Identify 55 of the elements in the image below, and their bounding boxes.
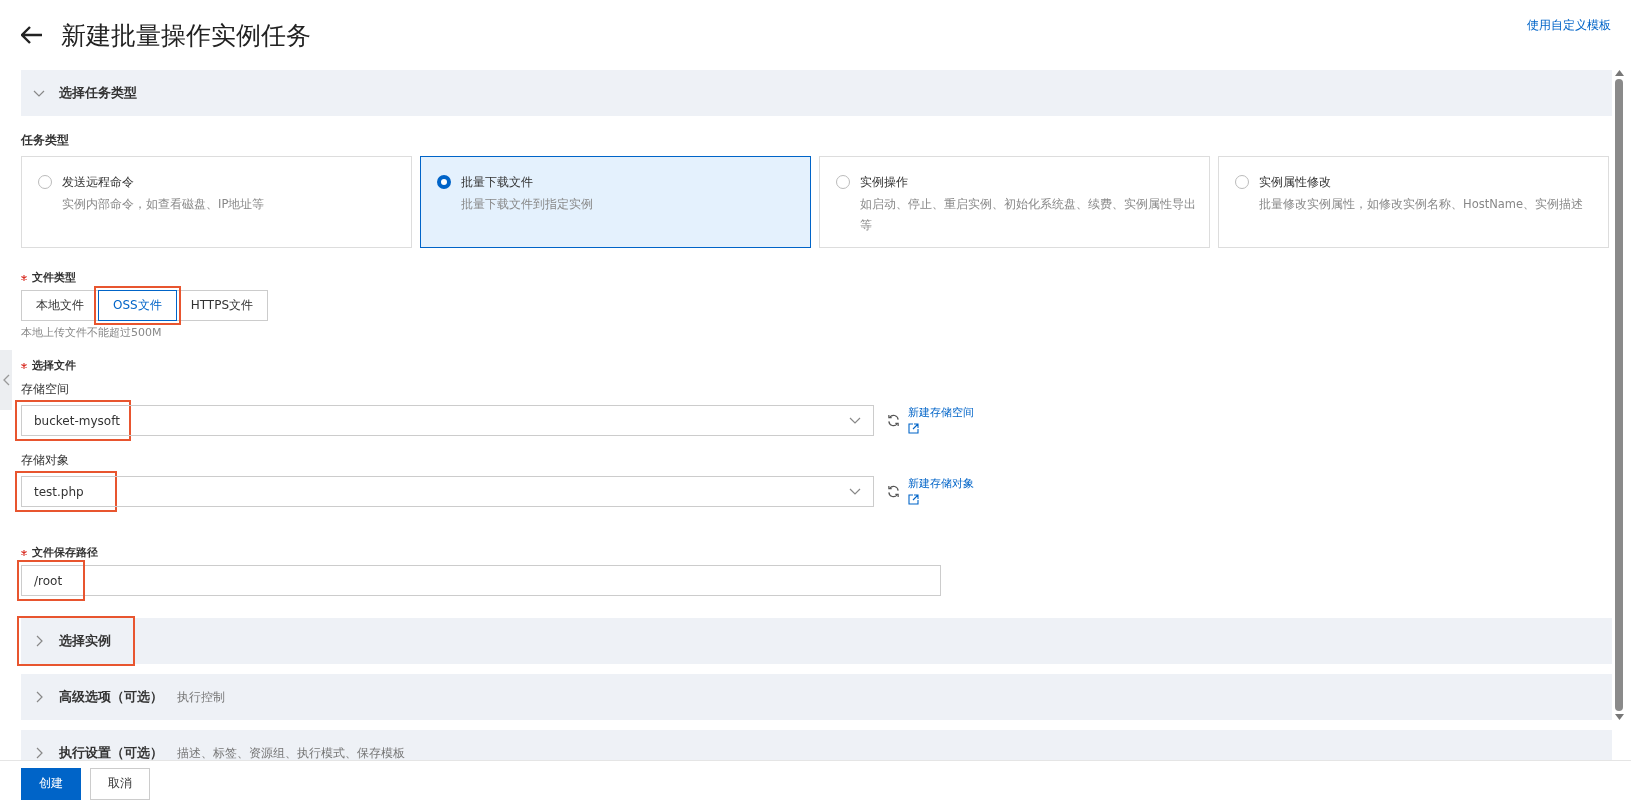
section-subtitle: 描述、标签、资源组、执行模式、保存模板 bbox=[177, 744, 405, 760]
scroll-up-icon[interactable] bbox=[1614, 70, 1624, 76]
task-type-card[interactable]: 批量下载文件 批量下载文件到指定实例 bbox=[420, 156, 811, 248]
card-description: 批量下载文件到指定实例 bbox=[461, 196, 593, 213]
card-description: 实例内部命令，如查看磁盘、IP地址等 bbox=[62, 196, 265, 213]
card-title: 实例属性修改 bbox=[1259, 174, 1332, 191]
create-link[interactable]: 新建存储对象 bbox=[908, 476, 974, 491]
section-header[interactable]: 高级选项（可选） 执行控制 bbox=[21, 674, 1612, 720]
template-link[interactable]: 使用自定义模板 bbox=[1527, 17, 1611, 34]
path-input-field[interactable]: /root bbox=[21, 565, 941, 596]
card-description: 如启动、停止、重启实例、初始化系统盘、续费、实例属性导出等 bbox=[860, 196, 1197, 234]
card-description: 批量修改实例属性，如修改实例名称、HostName、实例描述 bbox=[1259, 196, 1584, 213]
dropdown-icon bbox=[849, 416, 861, 425]
back-arrow-icon[interactable] bbox=[21, 26, 43, 44]
scrollbar-thumb[interactable] bbox=[1615, 79, 1623, 711]
card-title: 批量下载文件 bbox=[461, 174, 534, 191]
refresh-icon[interactable] bbox=[887, 485, 900, 498]
task-type-card[interactable]: 实例操作 如启动、停止、重启实例、初始化系统盘、续费、实例属性导出等 bbox=[819, 156, 1210, 248]
file-type-tab[interactable]: 本地文件 bbox=[21, 290, 99, 321]
scrollbar[interactable] bbox=[1614, 70, 1624, 720]
hint-text: 本地上传文件不能超过500M bbox=[21, 325, 163, 340]
field-label: 选择文件 bbox=[32, 358, 76, 373]
section-subtitle: 执行控制 bbox=[177, 688, 225, 706]
task-type-card[interactable]: 实例属性修改 批量修改实例属性，如修改实例名称、HostName、实例描述 bbox=[1218, 156, 1609, 248]
radio-button[interactable] bbox=[836, 175, 850, 189]
card-title: 发送远程命令 bbox=[62, 174, 135, 191]
section-title: 执行设置（可选） bbox=[59, 744, 163, 760]
field-label: 文件类型 bbox=[32, 270, 76, 285]
field-label: 存储对象 bbox=[21, 452, 70, 469]
refresh-icon[interactable] bbox=[887, 414, 900, 427]
radio-button[interactable] bbox=[1235, 175, 1249, 189]
cancel-button[interactable]: 取消 bbox=[90, 767, 150, 800]
dropdown-icon bbox=[849, 487, 861, 496]
create-button[interactable]: 创建 bbox=[21, 767, 81, 800]
file-type-tab[interactable]: HTTPS文件 bbox=[175, 290, 268, 321]
external-link-icon[interactable] bbox=[908, 494, 919, 505]
select-field[interactable]: bucket-mysoft bbox=[21, 405, 874, 436]
select-field[interactable]: test.php bbox=[21, 476, 874, 507]
field-label: 文件保存路径 bbox=[32, 545, 98, 560]
external-link-icon[interactable] bbox=[908, 423, 919, 434]
section-title: 高级选项（可选） bbox=[59, 688, 163, 706]
section-title: 选择实例 bbox=[59, 632, 111, 650]
chevron-left-icon bbox=[2, 374, 10, 386]
task-type-card[interactable]: 发送远程命令 实例内部命令，如查看磁盘、IP地址等 bbox=[21, 156, 412, 248]
radio-button[interactable] bbox=[38, 175, 52, 189]
page-title: 新建批量操作实例任务 bbox=[61, 19, 311, 52]
section-header[interactable]: 执行设置（可选） 描述、标签、资源组、执行模式、保存模板 bbox=[21, 730, 1612, 760]
radio-button[interactable] bbox=[437, 175, 451, 189]
card-title: 实例操作 bbox=[860, 174, 909, 191]
field-label: 存储空间 bbox=[21, 381, 70, 398]
create-link[interactable]: 新建存储空间 bbox=[908, 405, 974, 420]
section-title: 选择任务类型 bbox=[59, 84, 137, 102]
field-label: 任务类型 bbox=[21, 132, 70, 149]
scroll-down-icon[interactable] bbox=[1614, 714, 1624, 720]
section-header[interactable]: 选择任务类型 bbox=[21, 70, 1612, 116]
